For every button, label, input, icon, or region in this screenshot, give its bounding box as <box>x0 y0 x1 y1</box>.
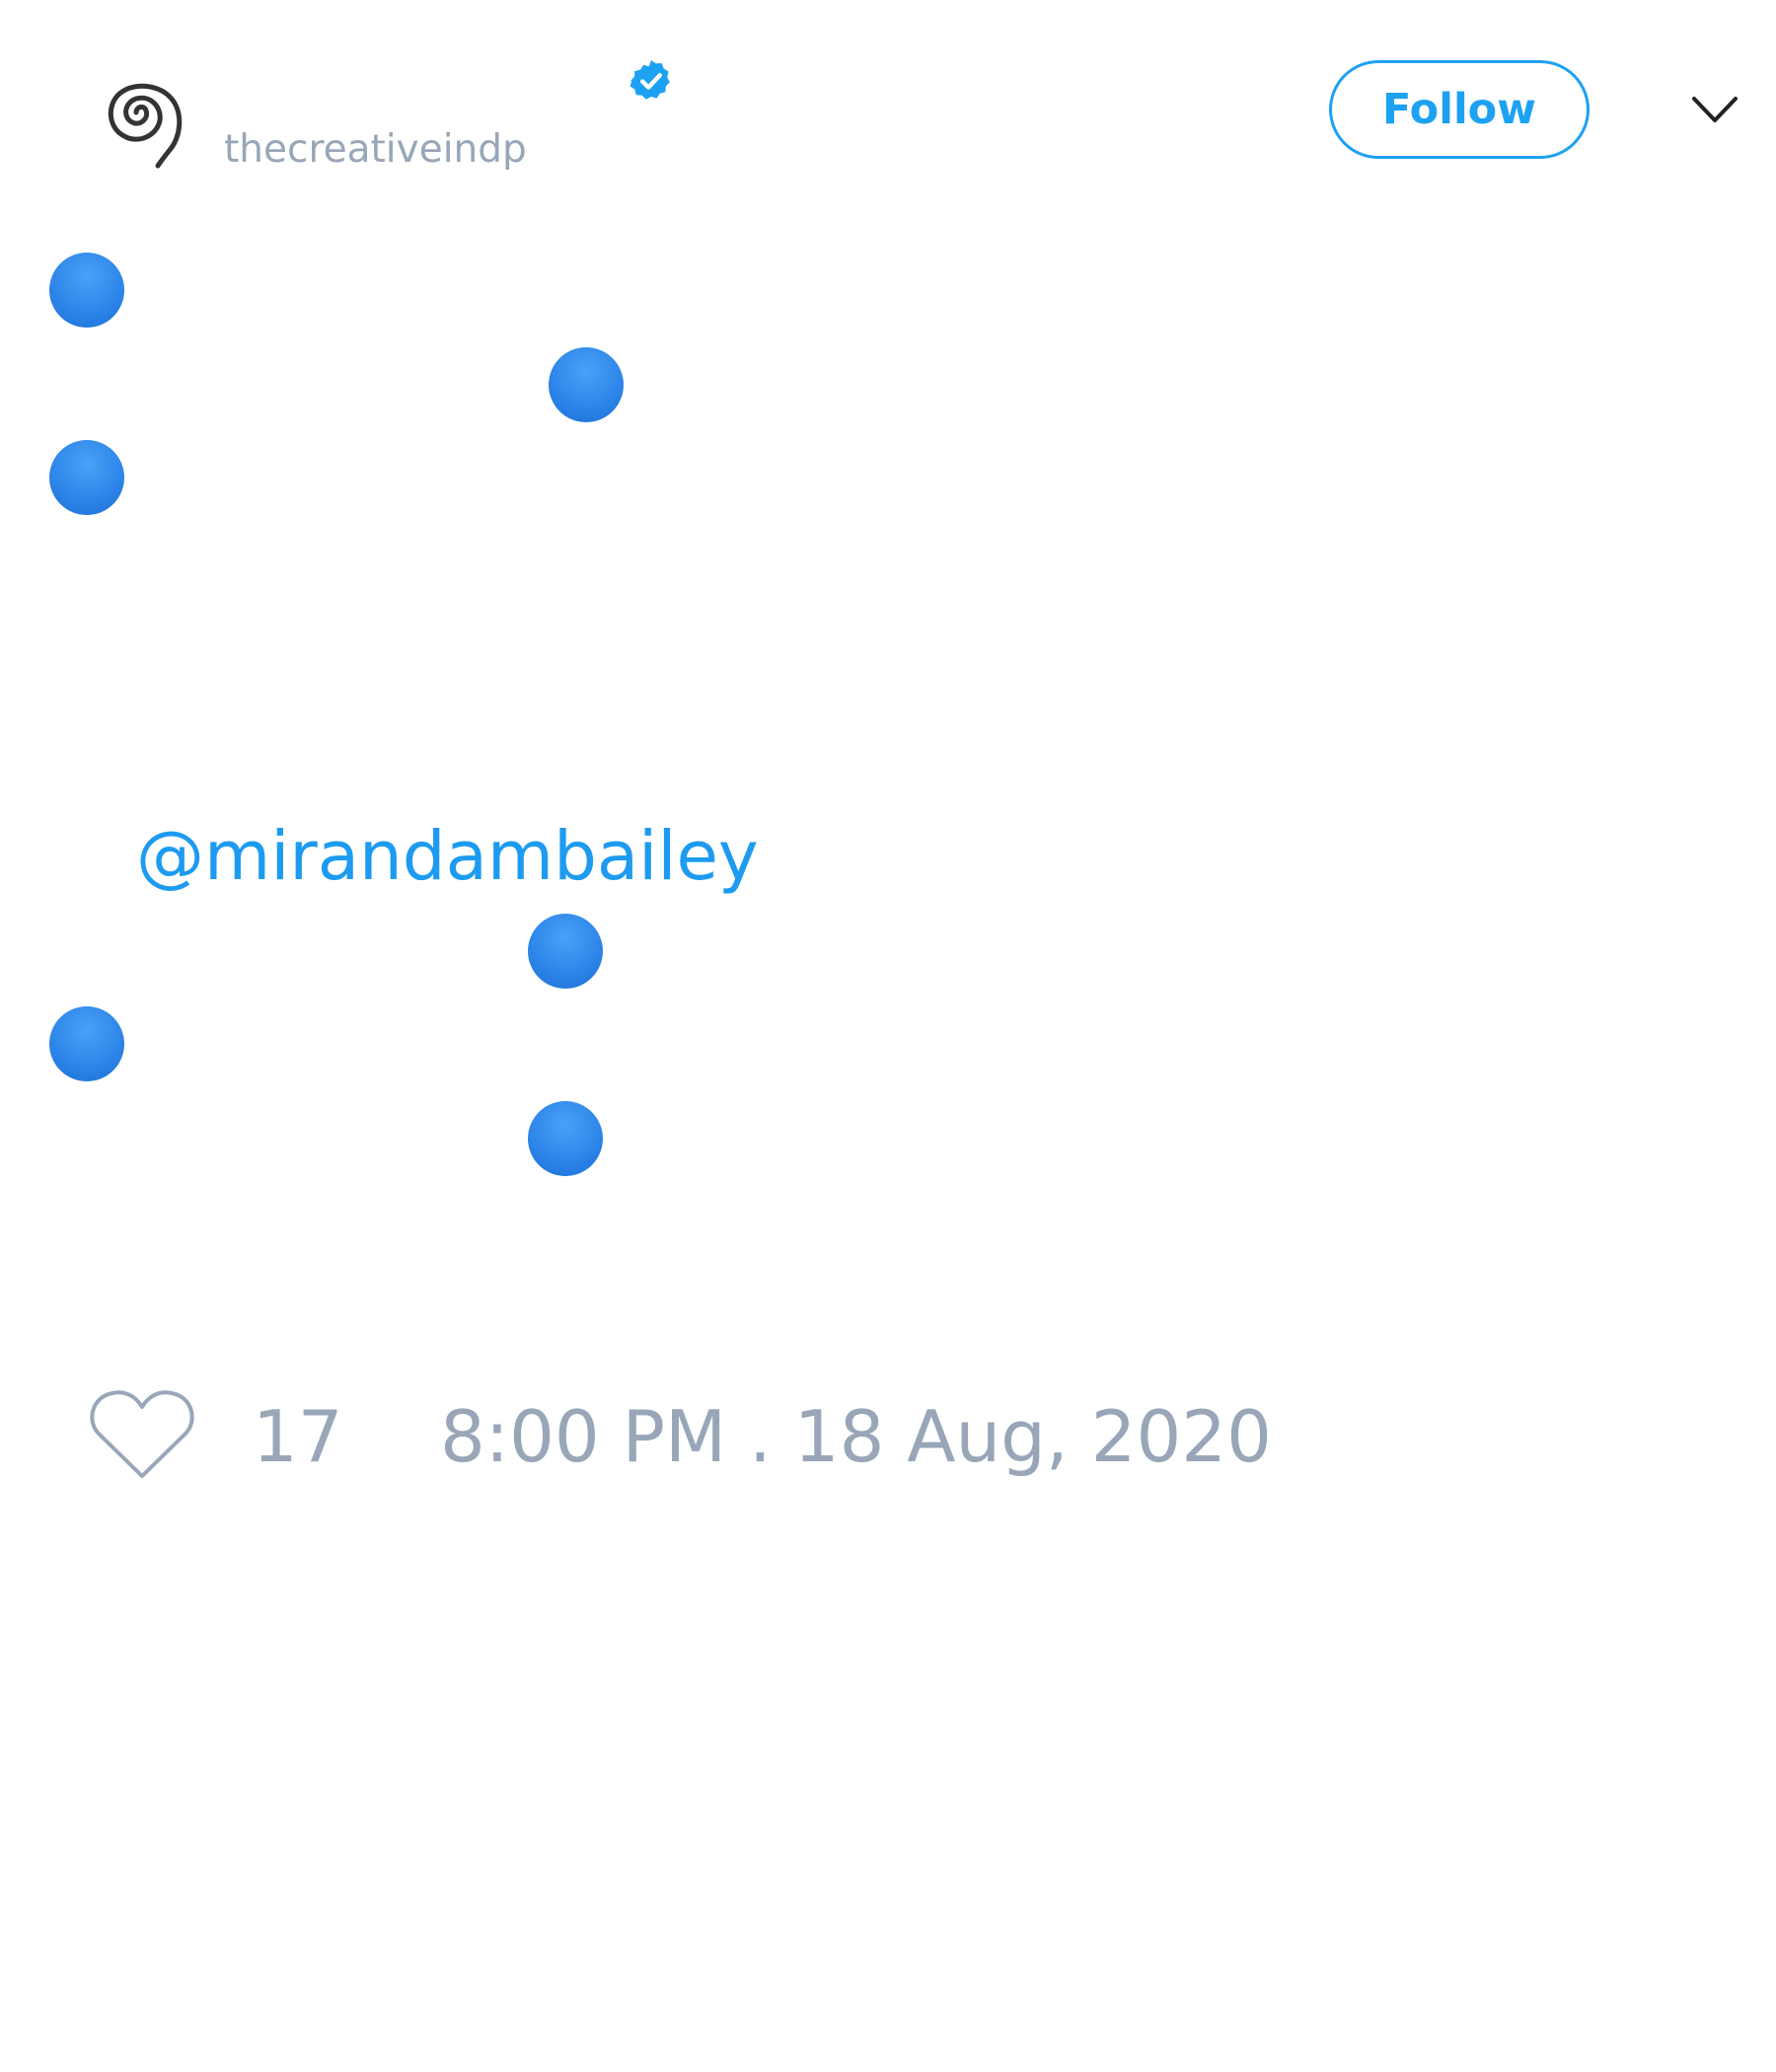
verified-badge-icon <box>629 60 670 100</box>
blue-circle-emoji <box>528 914 603 989</box>
blue-circle-emoji <box>549 347 624 422</box>
heart-icon[interactable] <box>89 1387 195 1482</box>
avatar[interactable] <box>67 51 205 175</box>
blue-circle-emoji <box>49 1006 124 1081</box>
author-handle[interactable]: thecreativeindp <box>224 126 527 174</box>
chevron-down-icon[interactable] <box>1691 91 1739 128</box>
blue-circle-emoji <box>528 1101 603 1176</box>
blue-circle-emoji <box>49 440 124 515</box>
blue-circle-emoji <box>49 253 124 328</box>
mention-link[interactable]: @mirandambailey <box>136 817 759 896</box>
like-count: 17 <box>253 1395 343 1478</box>
spiral-avatar-icon <box>108 83 183 169</box>
tweet-timestamp[interactable]: 8:00 PM . 18 Aug, 2020 <box>440 1395 1272 1478</box>
follow-button[interactable]: Follow <box>1329 60 1590 159</box>
